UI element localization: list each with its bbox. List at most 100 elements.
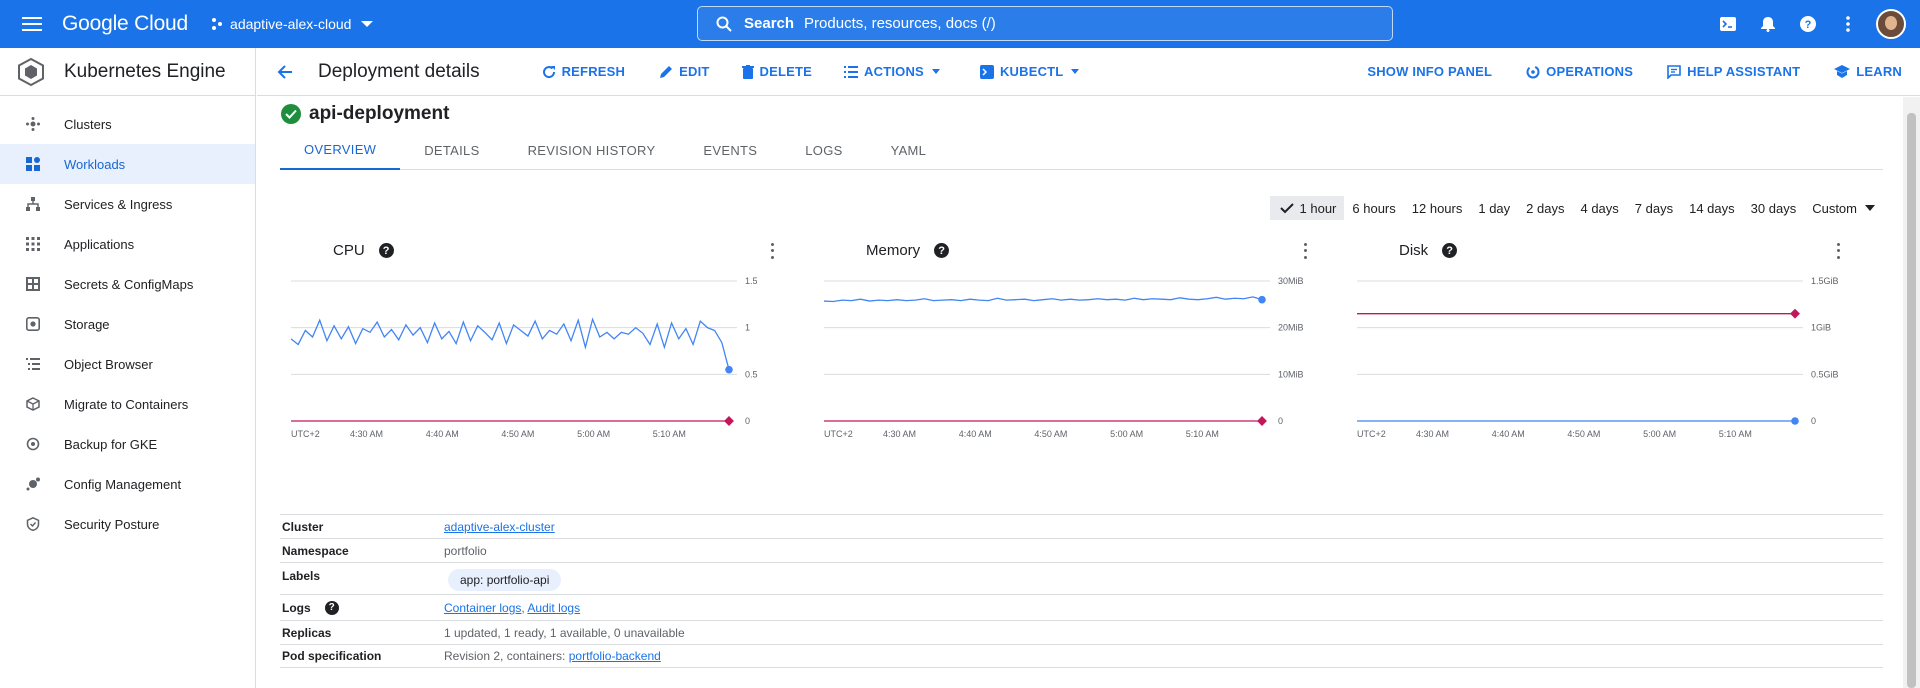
search-label: Search [744, 15, 795, 32]
page-header: Deployment details REFRESH EDIT DELETE A… [257, 48, 1920, 96]
x-tick-label: 5:00 AM [577, 429, 610, 439]
time-range-12-hours[interactable]: 12 hours [1404, 196, 1471, 220]
product-title: Kubernetes Engine [64, 60, 226, 82]
pod-spec-label: Pod specification [282, 649, 382, 663]
search-input[interactable]: Search Products, resources, docs (/) [697, 6, 1393, 41]
sidebar-item-security-posture[interactable]: Security Posture [0, 504, 255, 544]
sidebar-item-workloads[interactable]: Workloads [0, 144, 255, 184]
resource-title: api-deployment [281, 103, 449, 125]
show-info-panel-button[interactable]: SHOW INFO PANEL [1367, 64, 1492, 79]
back-arrow-icon[interactable] [273, 60, 297, 84]
time-range-14-days[interactable]: 14 days [1681, 196, 1743, 220]
account-avatar[interactable] [1876, 9, 1906, 39]
container-link[interactable]: portfolio-backend [569, 649, 661, 663]
sidebar-item-services-ingress[interactable]: Services & Ingress [0, 184, 255, 224]
sidebar-item-applications[interactable]: Applications [0, 224, 255, 264]
time-range-4-days[interactable]: 4 days [1572, 196, 1626, 220]
time-range-30-days[interactable]: 30 days [1743, 196, 1805, 220]
cpu-plot: 0 0.5 1 1.5 UTC+2 4:30 AM 4:40 AM 4:50 AM 5:00 A… [290, 276, 758, 439]
help-icon[interactable]: ? [378, 243, 394, 258]
cluster-link[interactable]: adaptive-alex-cluster [444, 520, 555, 534]
edit-icon [660, 65, 673, 78]
chart-title: Memory [866, 242, 921, 259]
sidebar-item-label: Clusters [64, 116, 112, 132]
workloads-icon [24, 155, 42, 173]
time-range-custom[interactable]: Custom [1804, 196, 1883, 220]
time-range-7-days[interactable]: 7 days [1627, 196, 1681, 220]
y-tick-label: 0 [1811, 416, 1816, 426]
actions-menu[interactable]: ACTIONS [844, 64, 940, 79]
audit-logs-link[interactable]: Audit logs [527, 601, 580, 615]
security-posture-icon [24, 515, 42, 533]
cloud-shell-icon[interactable] [1708, 17, 1748, 31]
help-assistant-button[interactable]: HELP ASSISTANT [1667, 64, 1800, 79]
help-icon[interactable]: ? [1442, 243, 1458, 258]
refresh-icon [542, 65, 555, 78]
tab-logs[interactable]: LOGS [781, 130, 866, 170]
status-ok-icon [281, 104, 301, 124]
tab-bar: OVERVIEW DETAILS REVISION HISTORY EVENTS LOG… [280, 130, 1883, 170]
refresh-button[interactable]: REFRESH [542, 64, 626, 79]
time-range-label: 12 hours [1411, 200, 1463, 216]
y-tick-label: 30MiB [1278, 276, 1304, 286]
terminal-icon [979, 64, 994, 79]
logs-label: Logs [282, 600, 311, 615]
time-range-label: 7 days [1634, 200, 1674, 216]
sidebar-item-label: Config Management [64, 476, 182, 492]
scrollbar[interactable] [1903, 97, 1920, 688]
project-picker[interactable]: adaptive-alex-cloud [210, 16, 374, 32]
tab-details[interactable]: DETAILS [400, 130, 503, 170]
sidebar-item-migrate-to-containers[interactable]: Migrate to Containers [0, 384, 255, 424]
time-range-label: 30 days [1750, 200, 1797, 216]
project-icon [212, 18, 223, 30]
chart-more-icon[interactable] [767, 241, 777, 261]
x-tick-label: UTC+2 [291, 429, 320, 439]
sidebar-item-storage[interactable]: Storage [0, 304, 255, 344]
sidebar-item-backup-for-gke[interactable]: Backup for GKE [0, 424, 255, 464]
container-logs-link[interactable]: Container logs [444, 601, 521, 615]
x-tick-label: 5:10 AM [1719, 429, 1752, 439]
operations-button[interactable]: OPERATIONS [1526, 64, 1633, 79]
sidebar-item-object-browser[interactable]: Object Browser [0, 344, 255, 384]
operations-icon [1526, 65, 1540, 78]
sidebar-item-secrets-configmaps[interactable]: Secrets & ConfigMaps [0, 264, 255, 304]
services-icon [24, 195, 42, 213]
time-range-2-days[interactable]: 2 days [1518, 196, 1572, 220]
time-range-1-hour[interactable]: 1 hour [1269, 196, 1345, 220]
edit-button[interactable]: EDIT [659, 64, 709, 79]
time-range-6-hours[interactable]: 6 hours [1344, 196, 1403, 220]
series-end-marker [1257, 416, 1267, 426]
pod-spec-value: Revision 2, containers: [444, 649, 566, 663]
tab-revision-history[interactable]: REVISION HISTORY [504, 130, 680, 170]
learn-button[interactable]: LEARN [1834, 64, 1902, 79]
chart-title: Disk [1399, 242, 1429, 259]
help-icon[interactable]: ? [1788, 16, 1828, 32]
notifications-icon[interactable] [1748, 16, 1788, 32]
time-range-1-day[interactable]: 1 day [1470, 196, 1518, 220]
main-menu-icon[interactable] [20, 12, 44, 36]
disk-chart: Disk? 0 0.5GiB 1GiB 1.5GiB UTC+2 4:30 AM 4:40 … [1347, 241, 1847, 481]
config-management-icon [24, 475, 42, 493]
kubernetes-engine-icon [18, 57, 44, 86]
help-icon[interactable]: ? [324, 600, 339, 615]
sidebar-item-config-management[interactable]: Config Management [0, 464, 255, 504]
kubectl-menu[interactable]: KUBECTL [979, 64, 1080, 79]
sidebar-item-clusters[interactable]: Clusters [0, 104, 255, 144]
chart-more-icon[interactable] [1300, 241, 1310, 261]
tab-events[interactable]: EVENTS [679, 130, 781, 170]
tab-yaml[interactable]: YAML [867, 130, 951, 170]
y-tick-label: 0 [1278, 416, 1283, 426]
x-tick-label: UTC+2 [824, 429, 853, 439]
tab-overview[interactable]: OVERVIEW [280, 130, 401, 170]
replicas-label: Replicas [282, 625, 332, 640]
school-icon [1834, 65, 1851, 78]
sidebar-item-label: Migrate to Containers [64, 396, 189, 412]
chart-more-icon[interactable] [1833, 241, 1843, 261]
labels-label: Labels [282, 569, 321, 583]
google-cloud-logo[interactable]: Google Cloud [62, 12, 188, 36]
more-vert-icon[interactable] [1828, 16, 1868, 32]
cluster-label: Cluster [282, 519, 324, 534]
y-tick-label: 1.5GiB [1811, 276, 1839, 286]
delete-button[interactable]: DELETE [741, 64, 812, 79]
help-icon[interactable]: ? [934, 243, 950, 258]
